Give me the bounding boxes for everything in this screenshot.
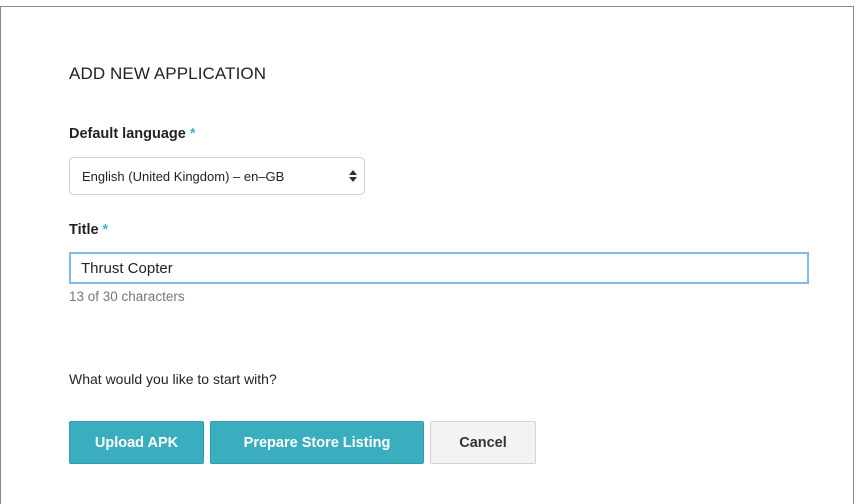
required-marker: *: [102, 222, 109, 238]
upload-apk-button[interactable]: Upload APK: [69, 421, 204, 464]
required-marker: *: [189, 126, 196, 142]
default-language-label-text: Default language: [69, 126, 186, 142]
title-label-text: Title: [69, 222, 99, 238]
character-count: 13 of 30 characters: [69, 289, 185, 304]
dialog-title: ADD NEW APPLICATION: [69, 64, 267, 83]
title-input[interactable]: [69, 252, 809, 284]
default-language-select[interactable]: English (United Kingdom) – en–GB: [69, 157, 365, 195]
title-label: Title *: [69, 222, 108, 238]
prepare-store-listing-button[interactable]: Prepare Store Listing: [210, 421, 424, 464]
start-prompt: What would you like to start with?: [69, 371, 277, 387]
default-language-label: Default language *: [69, 126, 195, 142]
up-down-arrows-icon: [342, 170, 364, 182]
cancel-button[interactable]: Cancel: [430, 421, 536, 464]
default-language-value: English (United Kingdom) – en–GB: [82, 168, 285, 184]
